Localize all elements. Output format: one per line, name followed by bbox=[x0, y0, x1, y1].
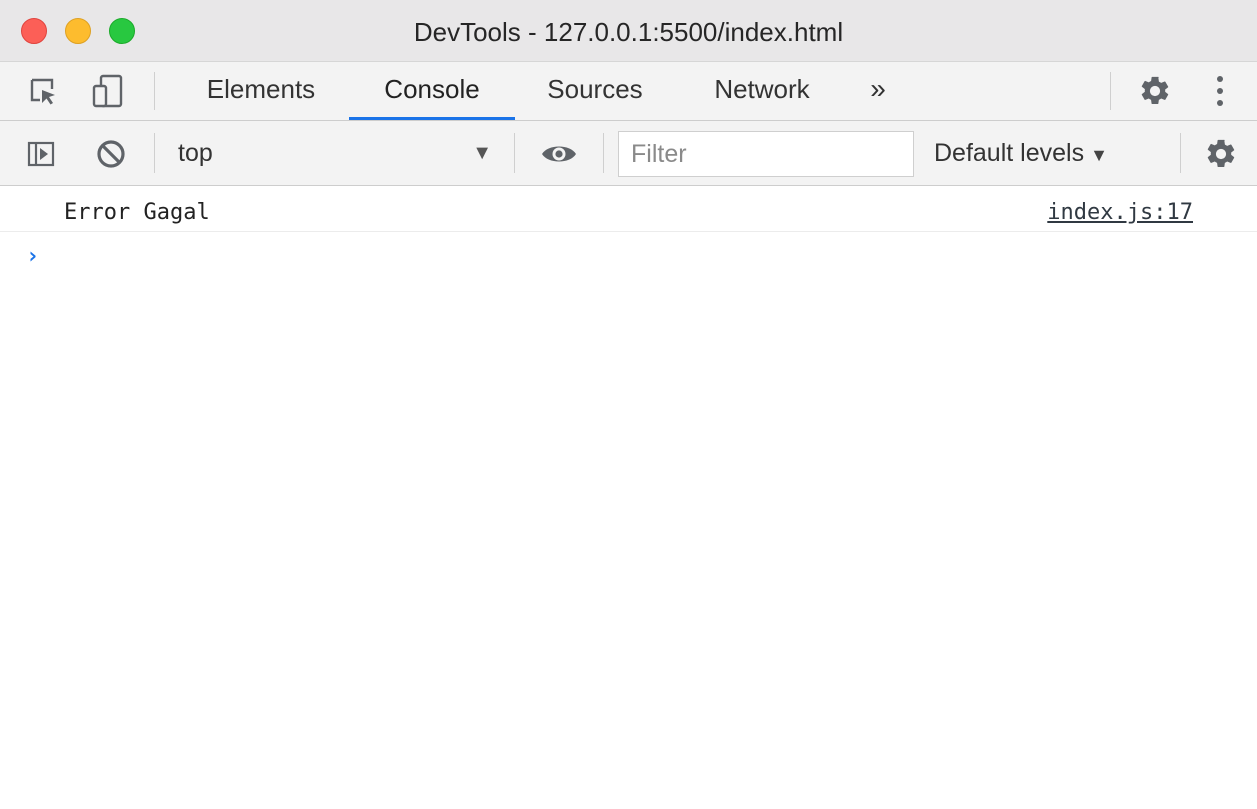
toolbar-divider bbox=[154, 72, 155, 110]
toolbar-divider bbox=[514, 133, 515, 173]
tab-elements[interactable]: Elements bbox=[180, 62, 342, 120]
console-prompt[interactable]: › bbox=[26, 244, 39, 269]
title-bar: DevTools - 127.0.0.1:5500/index.html bbox=[0, 0, 1257, 62]
inspect-element-icon bbox=[30, 78, 55, 105]
more-options-button[interactable] bbox=[1200, 62, 1240, 120]
kebab-menu-icon bbox=[1217, 76, 1223, 106]
filter-input[interactable] bbox=[618, 131, 914, 177]
console-toolbar: top ▼ Default levels▼ bbox=[0, 121, 1257, 186]
window-title: DevTools - 127.0.0.1:5500/index.html bbox=[413, 17, 844, 47]
execution-context-select[interactable]: top ▼ bbox=[166, 131, 506, 175]
inspect-element-button[interactable] bbox=[20, 62, 66, 120]
sidebar-toggle-button[interactable] bbox=[18, 121, 64, 186]
settings-button[interactable] bbox=[1132, 62, 1178, 120]
log-levels-dropdown[interactable]: Default levels ▼ bbox=[934, 131, 1108, 175]
eye-icon bbox=[542, 146, 576, 161]
context-value: top bbox=[178, 139, 213, 167]
toolbar-divider bbox=[1180, 133, 1181, 173]
panel-tab-bar: Elements Console Sources Network » bbox=[0, 62, 1257, 121]
tab-network[interactable]: Network bbox=[690, 62, 834, 120]
live-expression-button[interactable] bbox=[534, 121, 584, 186]
toolbar-divider bbox=[603, 133, 604, 173]
console-settings-button[interactable] bbox=[1198, 121, 1244, 186]
log-levels-label: Default levels bbox=[934, 139, 1085, 167]
devtools-window: DevTools - 127.0.0.1:5500/index.html Ele… bbox=[0, 0, 1257, 809]
toolbar-divider bbox=[154, 133, 155, 173]
tab-sources[interactable]: Sources bbox=[523, 62, 667, 120]
toolbar-divider bbox=[1110, 72, 1111, 110]
console-message: Error Gagal index.js:17 bbox=[0, 186, 1257, 232]
caret-down-icon: ▼ bbox=[472, 142, 492, 164]
console-settings-icon bbox=[1207, 139, 1235, 167]
console-message-text: Error Gagal bbox=[64, 200, 210, 225]
console-message-source-link[interactable]: index.js:17 bbox=[1047, 186, 1193, 240]
clear-console-icon bbox=[97, 139, 125, 168]
clear-console-button[interactable] bbox=[88, 121, 134, 186]
tab-console[interactable]: Console bbox=[349, 62, 515, 120]
gear-icon bbox=[1141, 76, 1169, 105]
device-toggle-icon bbox=[92, 74, 123, 108]
more-tabs-button[interactable]: » bbox=[852, 62, 904, 120]
device-toolbar-button[interactable] bbox=[84, 62, 130, 120]
console-output[interactable]: Error Gagal index.js:17 › bbox=[0, 186, 1257, 809]
caret-down-icon: ▼ bbox=[1090, 145, 1108, 165]
sidebar-toggle-icon bbox=[27, 141, 55, 166]
